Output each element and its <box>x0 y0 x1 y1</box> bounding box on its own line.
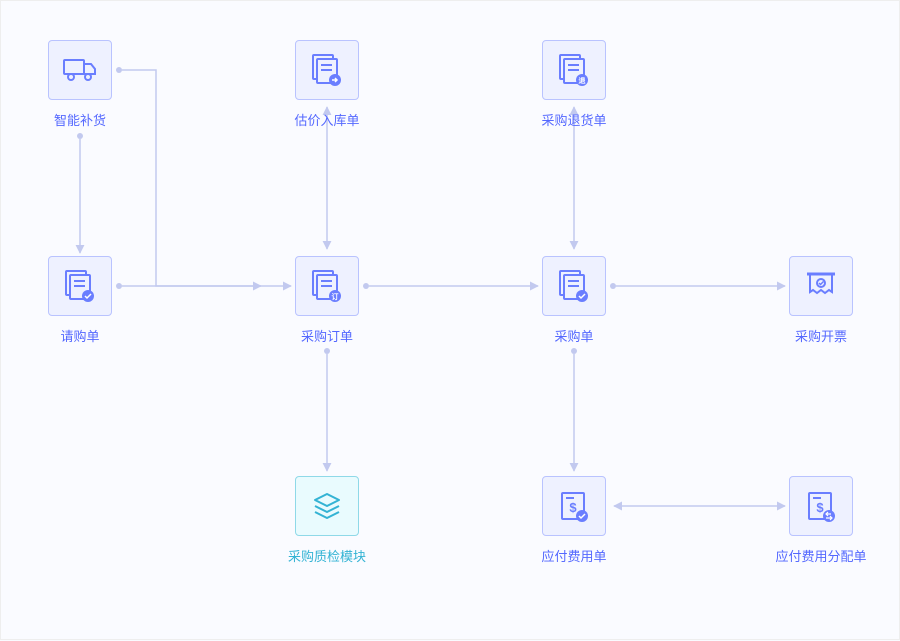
svg-text:订: 订 <box>332 292 339 301</box>
node-purchase[interactable]: 采购单 <box>524 256 624 345</box>
node-label: 智能补货 <box>54 110 106 129</box>
node-estimate-inbound[interactable]: 估价入库单 <box>277 40 377 129</box>
doc-check-icon <box>542 256 606 316</box>
doc-money-icon: $ <box>542 476 606 536</box>
node-label: 采购质检模块 <box>288 546 366 565</box>
layers-icon <box>295 476 359 536</box>
node-purchase-order[interactable]: 订 采购订单 <box>277 256 377 345</box>
svg-text:$: $ <box>569 500 577 515</box>
node-label: 应付费用分配单 <box>775 546 866 565</box>
node-quality-module[interactable]: 采购质检模块 <box>277 476 377 565</box>
doc-check-icon <box>48 256 112 316</box>
node-label: 应付费用单 <box>541 546 606 565</box>
node-label: 估价入库单 <box>294 110 359 129</box>
node-purchase-return[interactable]: 退 采购退货单 <box>524 40 624 129</box>
node-purchase-invoice[interactable]: 采购开票 <box>771 256 871 345</box>
node-smart-restock[interactable]: 智能补货 <box>30 40 130 129</box>
node-label: 采购开票 <box>795 326 847 345</box>
node-label: 请购单 <box>60 326 99 345</box>
doc-alloc-icon: $ <box>789 476 853 536</box>
doc-arrow-icon <box>295 40 359 100</box>
invoice-icon <box>789 256 853 316</box>
doc-return-icon: 退 <box>542 40 606 100</box>
svg-text:退: 退 <box>579 76 586 85</box>
node-payable[interactable]: $ 应付费用单 <box>524 476 624 565</box>
doc-order-icon: 订 <box>295 256 359 316</box>
svg-text:$: $ <box>816 500 824 515</box>
truck-icon <box>48 40 112 100</box>
node-label: 采购退货单 <box>541 110 606 129</box>
node-label: 采购订单 <box>301 326 353 345</box>
node-payable-alloc[interactable]: $ 应付费用分配单 <box>771 476 871 565</box>
node-requisition[interactable]: 请购单 <box>30 256 130 345</box>
node-label: 采购单 <box>554 326 593 345</box>
